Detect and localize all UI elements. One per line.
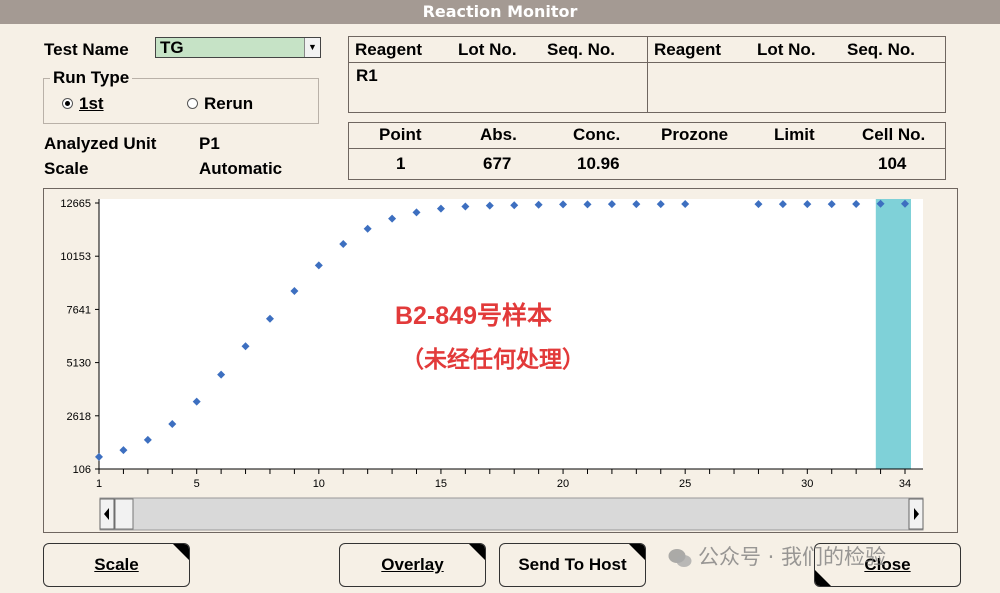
reagent-table-divider — [647, 36, 648, 113]
cell-no-value: 104 — [878, 154, 907, 173]
run-type-label: Run Type — [50, 68, 133, 88]
reaction-chart: 1062618513076411015312665 1 5 10 15 20 25 30 34… — [60, 198, 924, 531]
x-tick-label: 1 — [96, 478, 102, 490]
test-name-value: TG — [160, 38, 184, 57]
corner-marker-icon — [815, 570, 831, 586]
scroll-thumb[interactable] — [114, 498, 134, 530]
run-type-rerun-label: Rerun — [204, 94, 254, 113]
analyzed-unit-value: P1 — [199, 134, 220, 153]
lot-no-header-1: Lot No. — [458, 40, 517, 59]
x-tick-label: 15 — [435, 478, 447, 490]
send-to-host-button[interactable]: Send To Host — [499, 543, 646, 587]
corner-marker-icon — [173, 544, 189, 560]
corner-marker-icon — [469, 544, 485, 560]
y-tick-label: 10153 — [60, 251, 91, 263]
x-tick-label: 20 — [557, 478, 569, 490]
point-header: Point — [379, 125, 422, 144]
reagent-header-2: Reagent — [654, 40, 722, 59]
point-value: 1 — [396, 154, 406, 173]
x-tick-label: 25 — [679, 478, 691, 490]
wechat-icon — [668, 549, 692, 567]
radio-selected-icon — [62, 98, 73, 110]
prozone-header: Prozone — [661, 125, 729, 144]
overlay-button-label: Overlay — [381, 555, 444, 574]
scale-value: Automatic — [199, 159, 283, 178]
y-tick-label: 2618 — [67, 411, 91, 423]
radio-unselected-icon — [187, 98, 198, 110]
run-type-rerun-radio[interactable]: Rerun — [187, 94, 253, 114]
limit-header: Limit — [774, 125, 815, 144]
seq-no-header-1: Seq. No. — [547, 40, 616, 59]
test-name-label: Test Name — [44, 40, 129, 59]
x-tick-label: 5 — [194, 478, 200, 490]
watermark: 公众号 · 我们的检验 — [668, 541, 886, 571]
abs-header: Abs. — [480, 125, 517, 144]
analyzed-unit-label: Analyzed Unit — [44, 134, 157, 153]
x-tick-label: 30 — [801, 478, 813, 490]
abs-value: 677 — [483, 154, 512, 173]
conc-value: 10.96 — [577, 154, 620, 173]
y-tick-label: 7641 — [67, 304, 91, 316]
scale-button[interactable]: Scale — [43, 543, 190, 587]
corner-marker-icon — [629, 544, 645, 560]
x-tick-label: 34 — [899, 478, 911, 490]
watermark-text: 公众号 · 我们的检验 — [698, 545, 887, 569]
chevron-down-icon[interactable]: ▼ — [304, 38, 320, 57]
point-table — [348, 122, 946, 180]
scale-button-label: Scale — [94, 555, 139, 574]
run-type-1st-radio[interactable]: 1st — [62, 94, 104, 114]
scale-label: Scale — [44, 159, 89, 178]
test-name-dropdown[interactable]: TG ▼ — [155, 37, 321, 58]
point-table-header-line — [348, 148, 946, 149]
highlight-band[interactable] — [875, 199, 911, 469]
annotation-line2: （未经任何处理） — [401, 346, 585, 372]
horizontal-scrollbar[interactable] — [99, 497, 924, 531]
plot-area — [99, 199, 923, 469]
conc-header: Conc. — [573, 125, 621, 144]
send-to-host-button-label: Send To Host — [518, 555, 627, 574]
reagent-r1-cell: R1 — [356, 66, 378, 85]
run-type-1st-label: 1st — [79, 94, 104, 113]
annotation-line1: B2-849号样本 — [395, 301, 552, 330]
window-title: Reaction Monitor — [0, 0, 1000, 24]
x-tick-label: 10 — [313, 478, 325, 490]
y-tick-label: 5130 — [67, 358, 91, 370]
y-tick-label: 106 — [73, 464, 91, 476]
overlay-button[interactable]: Overlay — [339, 543, 486, 587]
reaction-chart-panel: 106 2618 5130 7641 10153 12665 1 5 10 15 20 25 30 34… — [43, 188, 958, 533]
lot-no-header-2: Lot No. — [757, 40, 816, 59]
seq-no-header-2: Seq. No. — [847, 40, 916, 59]
reagent-table-header-line — [348, 62, 946, 63]
cell-no-header: Cell No. — [862, 125, 926, 144]
reagent-header-1: Reagent — [355, 40, 423, 59]
y-tick-label: 12665 — [60, 198, 91, 210]
